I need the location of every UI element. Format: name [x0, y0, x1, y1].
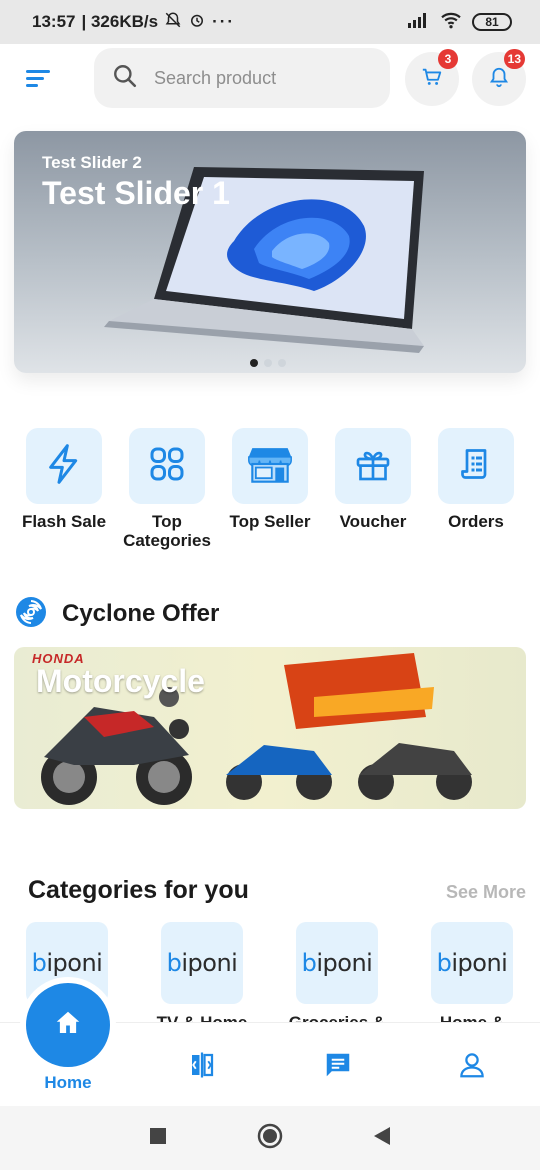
biponi-logo: biponi	[31, 949, 103, 977]
category-card[interactable]: biponi	[296, 922, 378, 1004]
flash-sale-label: Flash Sale	[21, 512, 107, 531]
gift-icon	[353, 444, 393, 489]
biponi-logo: biponi	[166, 949, 238, 977]
top-seller-button[interactable]: Top Seller	[220, 428, 320, 531]
back-triangle-icon	[373, 1126, 391, 1151]
more-dots-icon: ···	[212, 12, 236, 31]
see-more-link[interactable]: See More	[446, 882, 526, 903]
slider-dot[interactable]	[250, 359, 258, 367]
quick-actions: Flash Sale Top Categories Top Seller Vou…	[0, 428, 540, 558]
notification-badge: 13	[503, 49, 525, 69]
top-categories-button[interactable]: Top Categories	[117, 428, 217, 550]
compare-button[interactable]	[184, 1049, 220, 1085]
offer-banner[interactable]: HONDA Motorcycle	[14, 647, 526, 809]
banner-title: Motorcycle	[36, 663, 205, 699]
bell-icon	[488, 66, 510, 93]
home-button[interactable]	[26, 983, 110, 1067]
wifi-icon	[440, 11, 462, 34]
grid-icon	[147, 444, 187, 489]
messages-button[interactable]	[320, 1049, 356, 1085]
menu-button[interactable]	[22, 64, 54, 94]
signal-icon	[408, 12, 430, 33]
battery-indicator: 81	[472, 13, 512, 31]
status-time: 13:57	[32, 12, 76, 31]
search-placeholder: Search product	[154, 67, 277, 88]
cart-button[interactable]: 3	[405, 49, 459, 106]
mute-icon	[164, 11, 182, 34]
lightning-icon	[44, 442, 84, 491]
orders-button[interactable]: Orders	[426, 428, 526, 531]
offer-section-header: Cyclone Offer	[14, 596, 219, 632]
slider-dot[interactable]	[278, 359, 286, 367]
biponi-logo: biponi	[301, 949, 373, 977]
search-icon	[112, 63, 138, 94]
receipt-icon	[458, 445, 494, 488]
status-network-speed: | 326KB/s	[81, 12, 159, 31]
biponi-logo: biponi	[436, 949, 508, 977]
status-bar: 13:57 | 326KB/s ··· 81	[0, 0, 540, 44]
bottom-navigation: Home	[0, 977, 540, 1106]
menu-icon	[26, 70, 50, 73]
flash-sale-button[interactable]: Flash Sale	[14, 428, 114, 531]
app-screen: 13:57 | 326KB/s ··· 81 Search product 3 …	[0, 0, 540, 1170]
profile-button[interactable]	[454, 1049, 490, 1085]
compare-icon	[187, 1050, 217, 1085]
cyclone-icon	[14, 595, 48, 634]
offer-section-title: Cyclone Offer	[62, 600, 220, 627]
system-navigation-bar	[0, 1106, 540, 1170]
voucher-button[interactable]: Voucher	[323, 428, 423, 531]
recents-button[interactable]	[146, 1126, 170, 1150]
user-icon	[457, 1050, 487, 1085]
slider-dots	[250, 359, 286, 367]
store-icon	[247, 442, 293, 491]
hero-slider[interactable]: Test Slider 2 Test Slider 1	[14, 131, 526, 373]
slider-subtitle: Test Slider 2	[42, 153, 142, 172]
category-card[interactable]: biponi	[161, 922, 243, 1004]
cart-badge: 3	[438, 49, 458, 69]
back-button[interactable]	[370, 1126, 394, 1150]
slider-title: Test Slider 1	[42, 175, 230, 211]
categories-title: Categories for you	[28, 876, 249, 904]
slider-dot[interactable]	[264, 359, 272, 367]
orders-label: Orders	[448, 512, 504, 531]
circle-icon	[257, 1123, 283, 1154]
alarm-icon	[188, 11, 206, 34]
category-card[interactable]: biponi	[431, 922, 513, 1004]
cart-icon	[421, 66, 443, 93]
top-categories-label: Top Categories	[123, 512, 211, 550]
notification-button[interactable]: 13	[472, 49, 526, 106]
home-icon	[53, 1008, 83, 1043]
top-seller-label: Top Seller	[229, 512, 311, 531]
search-bar[interactable]: Search product	[94, 48, 390, 108]
square-icon	[149, 1127, 167, 1150]
home-label: Home	[44, 1073, 92, 1092]
voucher-label: Voucher	[339, 512, 407, 531]
app-header: Search product 3 13	[0, 44, 540, 114]
chat-icon	[323, 1050, 353, 1085]
system-home-button[interactable]	[257, 1123, 283, 1150]
